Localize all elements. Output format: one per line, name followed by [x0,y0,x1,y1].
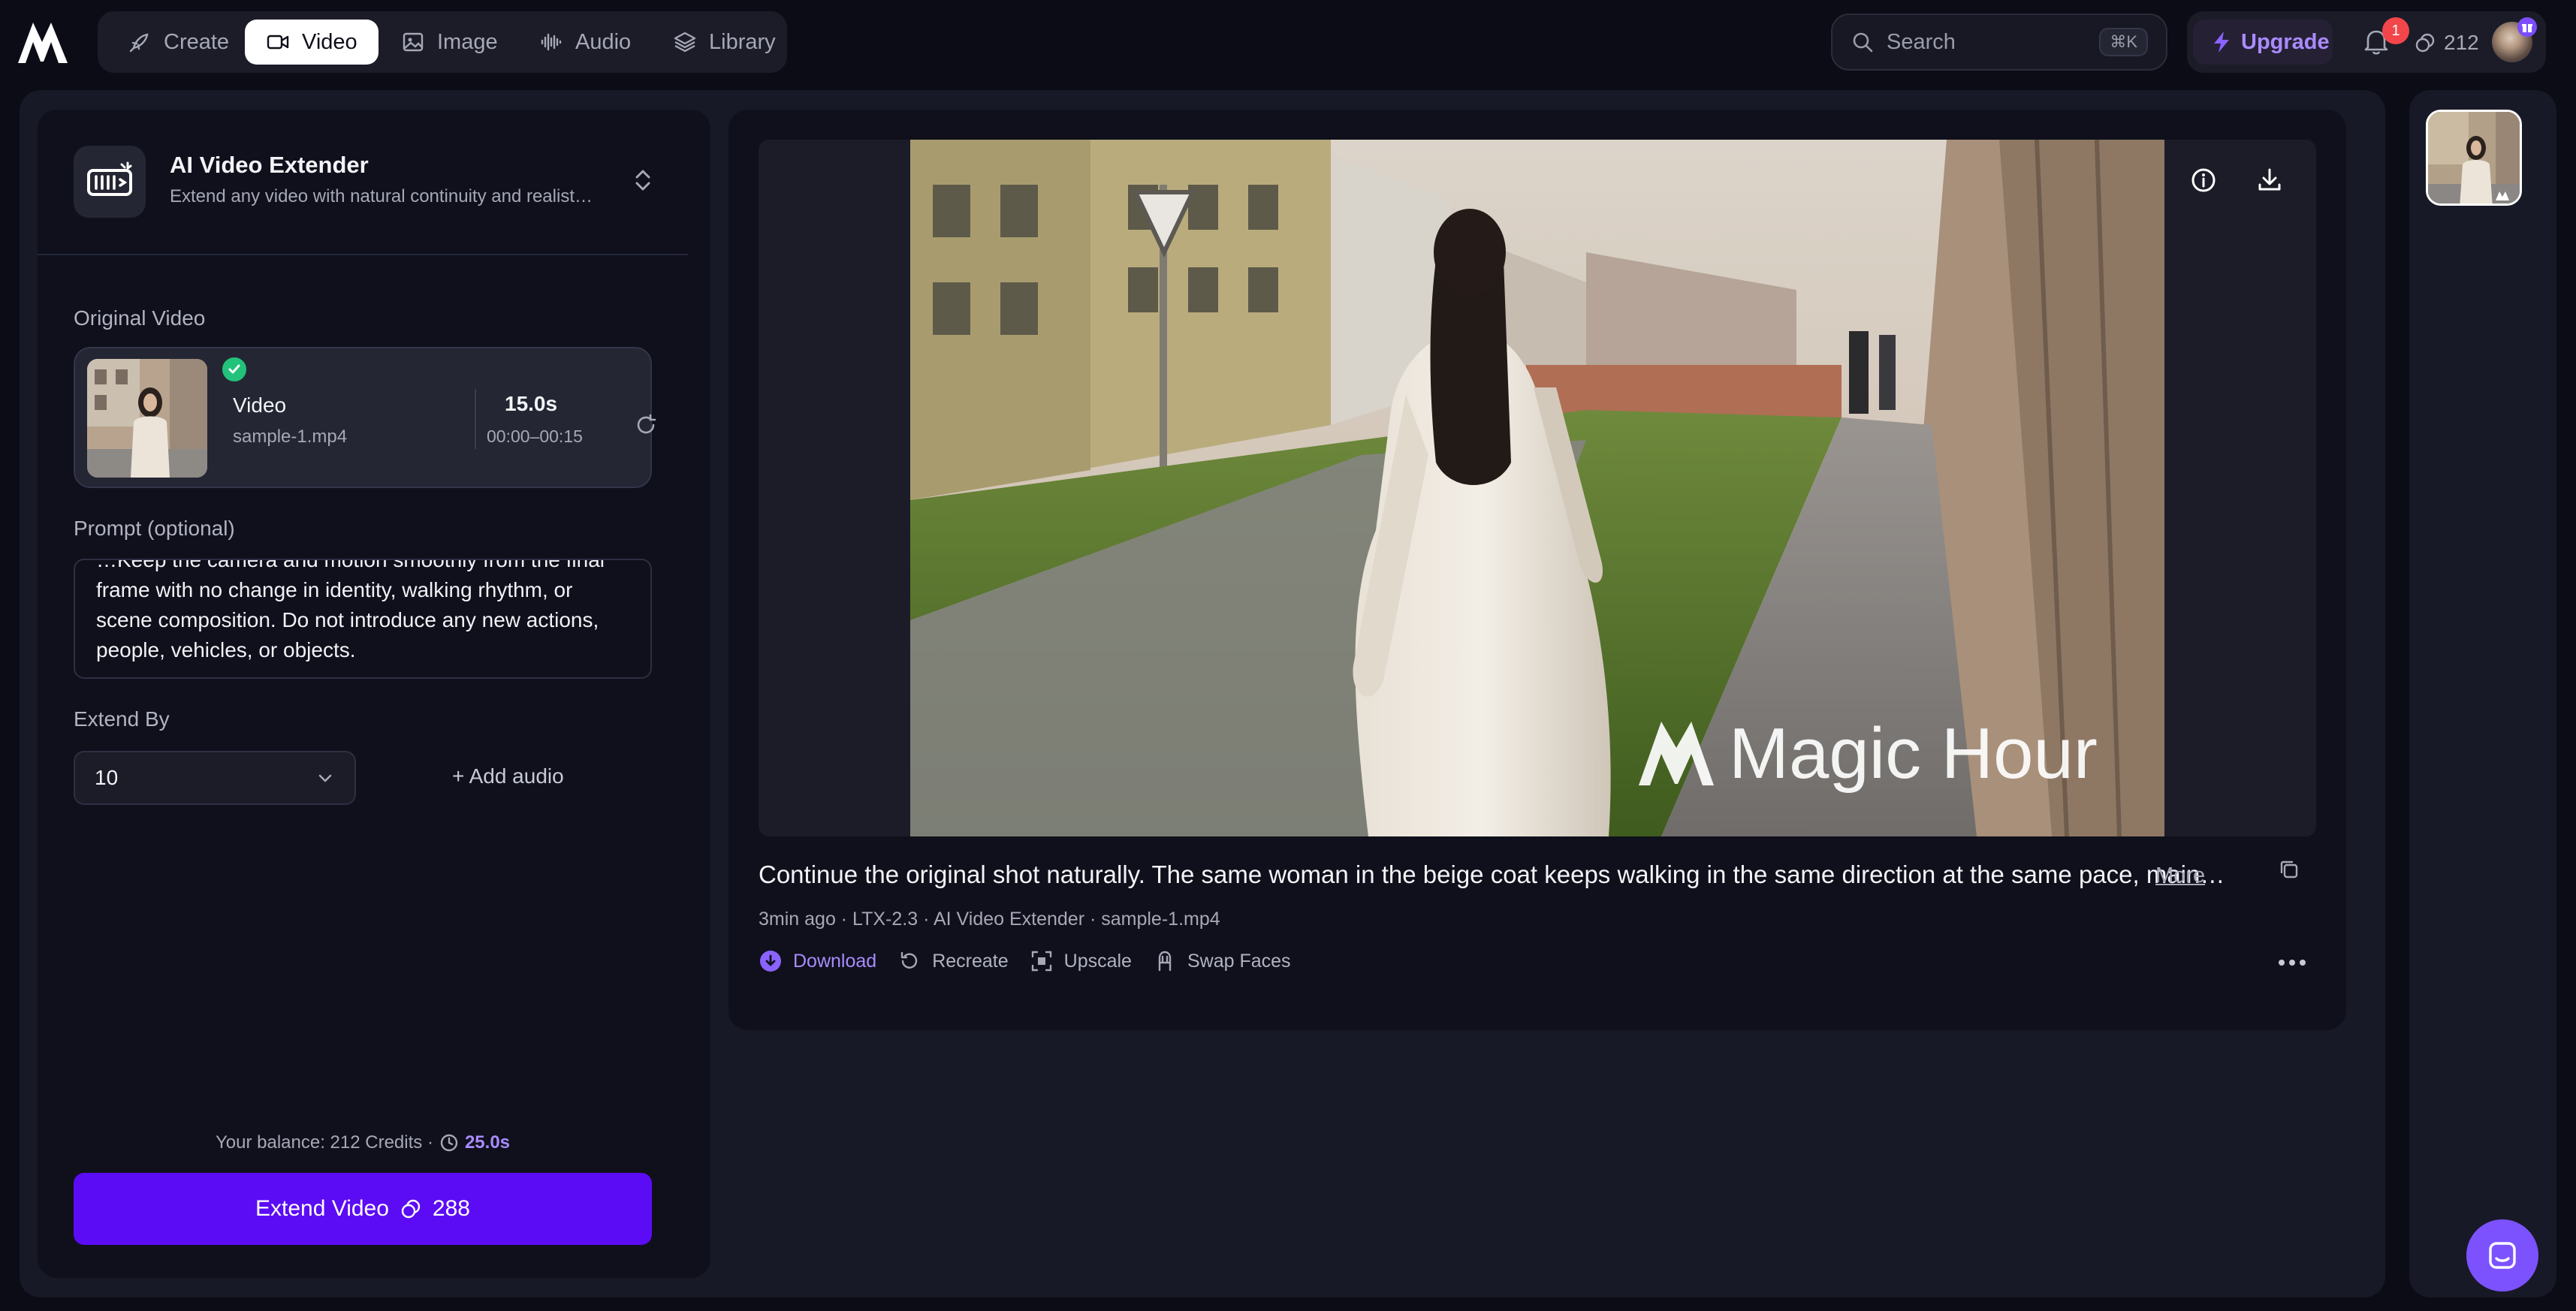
prompt-text: …Keep the camera and motion smoothly fro… [96,559,605,662]
nav-audio[interactable]: Audio [518,20,652,65]
coins-icon [401,1199,421,1219]
nav-audio-label: Audio [575,29,632,54]
nav-video[interactable]: Video [245,20,379,65]
clock-icon [440,1134,458,1152]
extend-by-label: Extend By [74,707,170,731]
lightning-icon [2214,32,2229,53]
extend-video-label: Extend Video [255,1196,389,1221]
video-filename: sample-1.mp4 [233,426,348,447]
result-meta: 3min ago · LTX-2.3 · AI Video Extender ·… [759,909,1220,930]
recreate-label: Recreate [932,950,1009,972]
chevron-down-icon [318,774,332,782]
download-circle-icon [760,951,781,972]
audio-wave-icon [541,33,562,51]
face-swap-icon [1158,951,1172,972]
nav-image-label: Image [437,29,498,54]
nav-video-label: Video [302,29,357,54]
gift-icon [2517,17,2537,37]
video-frame: Magic Hour [910,140,2164,836]
notification-badge: 1 [2382,17,2409,44]
prompt-textarea[interactable]: …Keep the camera and motion smoothly fro… [74,559,652,679]
search-input[interactable]: Search ⌘K [1831,14,2167,71]
upscale-button[interactable]: Upscale [1030,949,1132,973]
download-button[interactable]: Download [759,949,876,973]
search-shortcut: ⌘K [2099,28,2148,56]
tool-panel: AI Video Extender Extend any video with … [38,110,710,1278]
chevron-updown-icon[interactable] [628,165,658,195]
divider [38,254,688,255]
original-video-card[interactable]: Video sample-1.mp4 15.0s 00:00–00:15 [74,347,656,488]
check-icon [219,354,249,384]
result-caption: Continue the original shot naturally. Th… [759,860,2225,888]
video-icon [267,35,289,50]
swap-faces-label: Swap Faces [1187,950,1291,972]
video-thumbnail [87,359,207,478]
search-icon [1853,32,1873,53]
nav-image[interactable]: Image [380,20,519,65]
extend-video-button[interactable]: Extend Video 288 [74,1173,652,1245]
tool-subtitle: Extend any video with natural continuity… [170,186,593,206]
result-actions: Download Recreate Upscale Swap Faces [759,949,1291,973]
copy-icon[interactable] [2277,857,2301,882]
main-nav: Create Video Image Audio Library [98,11,787,73]
rocket-icon [129,33,149,53]
result-panel: Magic Hour Continue the original shot na… [728,110,2346,1030]
divider [475,389,476,449]
video-player[interactable]: Magic Hour [759,140,2316,836]
upgrade-button[interactable]: Upgrade [2193,20,2333,65]
nav-create[interactable]: Create [107,20,250,65]
account-bar: Upgrade 1 212 [2187,11,2546,73]
nav-create-label: Create [164,29,230,54]
balance-text: Your balance: 212 Credits · [215,1132,433,1153]
download-icon[interactable] [2253,164,2286,197]
extend-by-select[interactable]: 10 [74,751,356,805]
video-extender-icon [74,146,146,218]
video-name: Video [233,393,287,417]
watermark-text: Magic Hour [1729,713,2098,794]
credits-count: 212 [2444,31,2479,54]
prompt-label: Prompt (optional) [74,517,235,540]
balance-seconds: 25.0s [464,1132,511,1153]
extend-video-cost: 288 [432,1196,470,1221]
upscale-label: Upscale [1063,950,1132,972]
layers-icon [674,32,696,53]
refresh-icon[interactable] [634,413,658,437]
chat-support-button[interactable] [2466,1219,2538,1291]
original-video-label: Original Video [74,306,206,330]
coins-icon [2415,33,2435,53]
extend-by-value: 10 [95,766,119,789]
video-duration: 15.0s [505,392,558,415]
more-options-icon[interactable] [2277,957,2307,969]
video-range: 00:00–00:15 [487,426,583,446]
avatar[interactable] [2492,17,2537,62]
upscale-icon [1031,951,1051,972]
add-audio-button[interactable]: + Add audio [452,764,564,788]
recreate-button[interactable]: Recreate [897,949,1009,973]
search-placeholder: Search [1887,29,1956,54]
more-link[interactable]: More [2155,863,2205,888]
history-thumbnail[interactable] [2426,110,2522,206]
swap-faces-button[interactable]: Swap Faces [1153,949,1291,973]
info-icon[interactable] [2187,164,2220,197]
nav-library[interactable]: Library [652,20,797,65]
nav-library-label: Library [709,29,776,54]
image-icon [403,32,424,52]
tool-title: AI Video Extender [170,152,369,178]
magic-hour-logo[interactable] [17,20,69,65]
credits-display[interactable]: 212 [2414,26,2479,59]
download-label: Download [793,950,877,972]
balance-info: Your balance: 212 Credits · 25.0s [38,1132,688,1153]
recreate-icon [900,951,918,969]
chat-icon [2489,1242,2516,1269]
history-rail [2409,90,2556,1297]
upgrade-label: Upgrade [2241,29,2330,54]
